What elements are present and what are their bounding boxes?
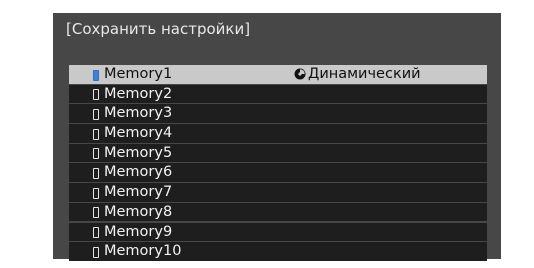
memory-name: Memory9 bbox=[104, 223, 173, 240]
memory-row-4[interactable]: Memory4 bbox=[69, 124, 487, 143]
memory-row-5[interactable]: Memory5 bbox=[69, 143, 487, 163]
memory-slot-icon bbox=[93, 207, 99, 219]
memory-name: Memory1 bbox=[104, 66, 173, 82]
memory-slot-icon bbox=[93, 128, 99, 140]
memory-row-9[interactable]: Memory9 bbox=[69, 222, 487, 241]
dialog-title: [Сохранить настройки] bbox=[66, 20, 251, 38]
memory-name: Memory6 bbox=[104, 164, 173, 181]
memory-row-3[interactable]: Memory3 bbox=[69, 104, 487, 123]
memory-name: Memory8 bbox=[104, 203, 173, 220]
memory-row-6[interactable]: Memory6 bbox=[69, 163, 487, 182]
memory-slot-icon bbox=[93, 148, 99, 160]
memory-mode: Динамический bbox=[294, 65, 421, 84]
memory-slot-icon bbox=[93, 108, 99, 120]
memory-slot-icon bbox=[93, 246, 99, 258]
memory-row-10[interactable]: Memory10 bbox=[69, 242, 487, 261]
memory-slot-icon bbox=[93, 187, 99, 199]
memory-slot-icon bbox=[93, 167, 99, 179]
memory-row-2[interactable]: Memory2 bbox=[69, 84, 487, 104]
memory-name: Memory2 bbox=[104, 85, 173, 102]
memory-slot-icon bbox=[93, 69, 99, 81]
memory-slot-icon bbox=[93, 89, 99, 101]
memory-list: Memory1 Динамический Memory2 Memory3 Mem… bbox=[69, 65, 487, 262]
memory-name: Memory3 bbox=[104, 105, 173, 122]
memory-slot-icon bbox=[93, 227, 99, 238]
memory-name: Memory5 bbox=[104, 144, 173, 161]
save-settings-dialog: [Сохранить настройки] Memory1 Динамическ… bbox=[53, 13, 501, 262]
color-mode-icon bbox=[294, 68, 306, 80]
memory-row-8[interactable]: Memory8 bbox=[69, 202, 487, 222]
memory-name: Memory10 bbox=[104, 243, 182, 260]
memory-name: Memory7 bbox=[104, 184, 173, 201]
memory-row-1[interactable]: Memory1 Динамический bbox=[69, 65, 487, 84]
memory-mode-label: Динамический bbox=[308, 66, 421, 82]
memory-name: Memory4 bbox=[104, 125, 173, 142]
memory-row-7[interactable]: Memory7 bbox=[69, 183, 487, 202]
